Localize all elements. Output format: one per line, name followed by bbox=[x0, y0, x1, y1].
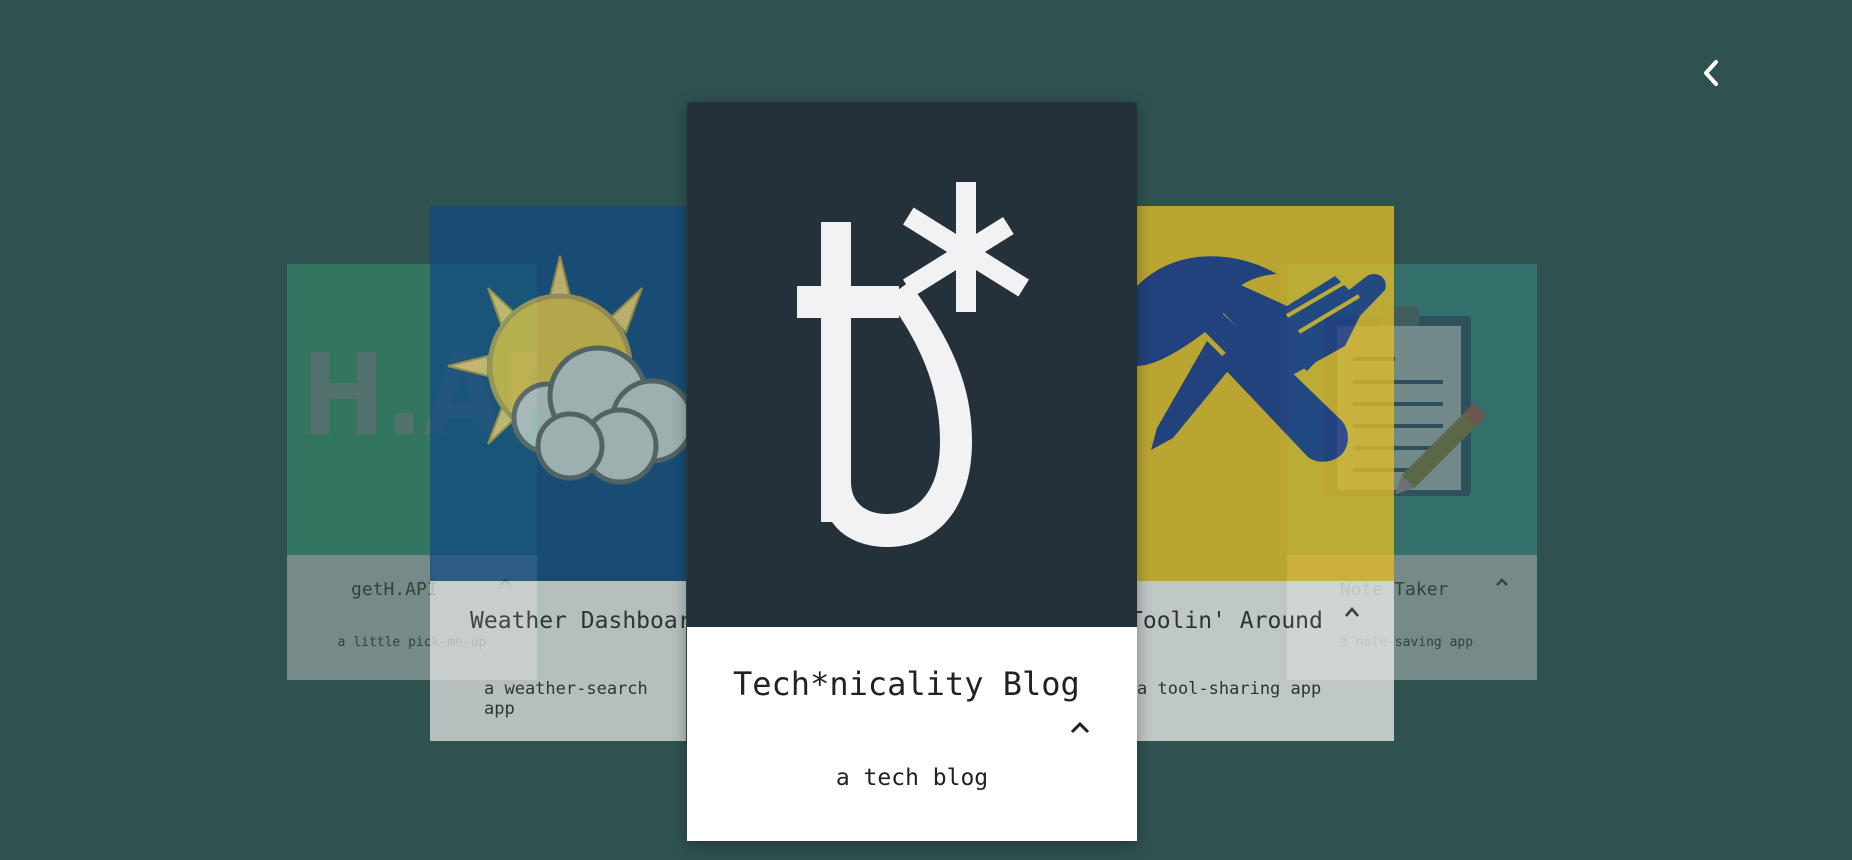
technicality-logo-icon bbox=[797, 182, 1029, 547]
card-description: a tech blog bbox=[835, 765, 989, 791]
card-title: Toolin' Around bbox=[1137, 608, 1323, 634]
card-title: Weather Dashboard bbox=[470, 608, 686, 634]
tools-icon bbox=[1137, 256, 1386, 462]
card-title: Tech*nicality Blog bbox=[733, 665, 1080, 703]
project-image bbox=[430, 206, 686, 581]
card-info: Weather Dashboard a weather-search app bbox=[430, 581, 686, 741]
card-info: Tech*nicality Blog a tech blog bbox=[687, 627, 1137, 841]
card-title: getH.API bbox=[351, 579, 438, 600]
project-card-technicality-blog[interactable]: Tech*nicality Blog a tech blog bbox=[687, 102, 1137, 841]
chevron-up-icon[interactable] bbox=[1344, 606, 1360, 618]
card-description: a tool-sharing app bbox=[1137, 679, 1322, 699]
card-info: Toolin' Around a tool-sharing app bbox=[1137, 581, 1394, 741]
project-carousel: H.API getH.API a little pick-me-up bbox=[0, 0, 1852, 860]
chevron-up-icon[interactable] bbox=[1069, 720, 1091, 734]
project-image bbox=[1137, 206, 1394, 581]
card-description: a weather-search app bbox=[484, 679, 648, 719]
project-image bbox=[687, 102, 1137, 627]
sun-cloud-icon bbox=[447, 255, 686, 485]
chevron-left-icon[interactable] bbox=[1698, 58, 1724, 88]
project-card-toolin-around[interactable]: Toolin' Around a tool-sharing app bbox=[1137, 206, 1394, 741]
chevron-up-icon[interactable] bbox=[1495, 577, 1509, 587]
project-card-weather-dashboard[interactable]: Weather Dashboard a weather-search app bbox=[430, 206, 686, 741]
